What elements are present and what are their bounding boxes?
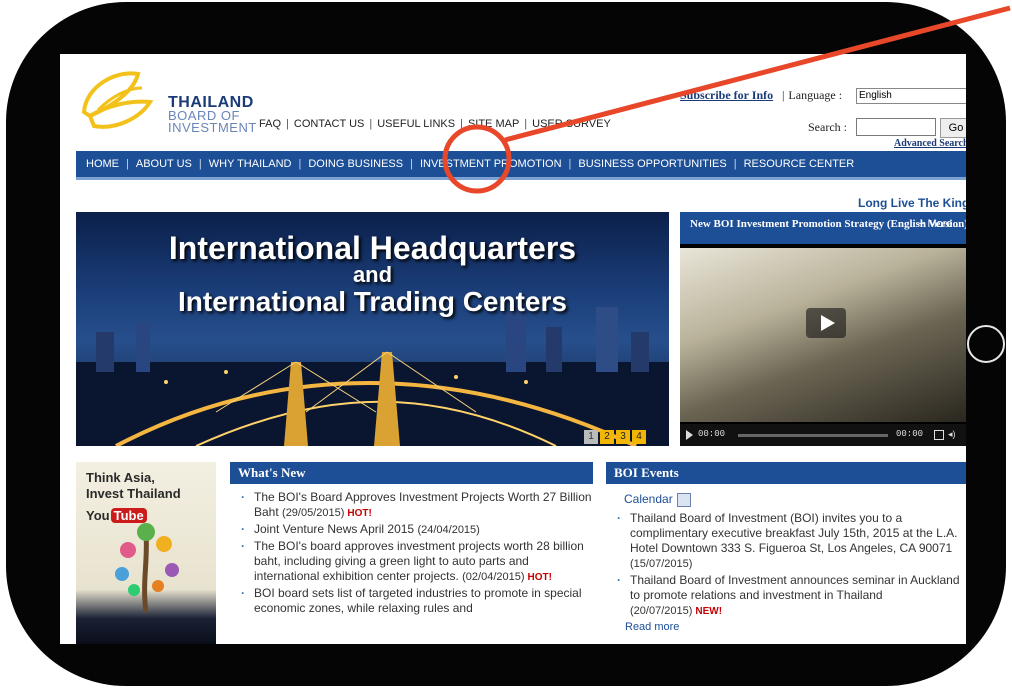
banner-pager: 1234: [584, 426, 648, 444]
boi-events-section: BOI Events Calendar Thailand Board of In…: [606, 462, 966, 633]
video-controls: 00:00 00:00 ◂): [680, 424, 966, 446]
language-select[interactable]: English▼: [856, 88, 966, 104]
top-link-faq[interactable]: FAQ: [259, 118, 281, 130]
event-item-date: (15/07/2015): [630, 557, 693, 570]
tree-illustration: [115, 523, 179, 613]
event-item[interactable]: Thailand Board of Investment announces s…: [616, 573, 966, 619]
logo-subtitle: BOARD OF INVESTMENT: [168, 109, 257, 135]
video-player: New BOI Investment Promotion Strategy (E…: [680, 212, 966, 446]
news-item-text[interactable]: BOI board sets list of targeted industri…: [254, 586, 582, 615]
news-item-date: (02/04/2015): [462, 571, 525, 583]
news-item[interactable]: BOI board sets list of targeted industri…: [240, 586, 593, 616]
advanced-search-link[interactable]: Advanced Search: [894, 138, 966, 149]
nav-resource-center[interactable]: RESOURCE CENTER: [744, 158, 855, 170]
search-label: Search :: [808, 120, 847, 134]
butterfly-logo-icon: [81, 71, 154, 129]
subscribe-link[interactable]: Subscribe for Info: [680, 88, 773, 103]
read-more-link[interactable]: Read more: [625, 621, 966, 633]
calendar-icon[interactable]: [676, 492, 691, 507]
play-small-icon[interactable]: [686, 430, 693, 440]
volume-icon[interactable]: ◂): [948, 429, 956, 440]
top-link-contact[interactable]: CONTACT US: [294, 118, 365, 130]
event-item-text[interactable]: Thailand Board of Investment announces s…: [630, 573, 960, 602]
hero-banner[interactable]: International Headquarters and Internati…: [76, 212, 669, 446]
language-label: | Language :: [782, 88, 843, 102]
boi-logo[interactable]: THAILAND BOARD OF INVESTMENT: [76, 66, 256, 136]
event-item[interactable]: Thailand Board of Investment (BOI) invit…: [616, 511, 966, 572]
nav-business-opportunities[interactable]: BUSINESS OPPORTUNITIES: [578, 158, 726, 170]
top-link-survey[interactable]: USER SURVEY: [532, 118, 611, 130]
new-badge: NEW!: [695, 605, 723, 617]
banner-page-3[interactable]: 3: [616, 430, 630, 444]
news-item[interactable]: The BOI's Board Approves Investment Proj…: [240, 490, 593, 521]
video-header: New BOI Investment Promotion Strategy (E…: [680, 212, 966, 244]
fullscreen-icon[interactable]: [934, 430, 944, 440]
calendar-label[interactable]: Calendar: [624, 492, 673, 506]
banner-page-1[interactable]: 1: [584, 430, 598, 444]
video-more-link[interactable]: + More...: [918, 218, 962, 230]
nav-investment-promotion[interactable]: INVESTMENT PROMOTION: [420, 158, 562, 170]
browser-screen: THAILAND BOARD OF INVESTMENT FAQ | CONTACT …: [60, 54, 966, 644]
news-item-date: (29/05/2015): [282, 507, 345, 519]
top-link-useful[interactable]: USEFUL LINKS: [377, 118, 455, 130]
banner-page-4[interactable]: 4: [632, 430, 646, 444]
whats-new-section: What's New The BOI's Board Approves Inve…: [230, 462, 593, 617]
boi-events-title: BOI Events: [606, 462, 966, 484]
nav-why-thailand[interactable]: WHY THAILAND: [209, 158, 292, 170]
top-links: FAQ | CONTACT US | USEFUL LINKS | SITE MAP | USE…: [259, 118, 611, 130]
video-time-total: 00:00: [896, 429, 924, 439]
calendar-link[interactable]: Calendar: [624, 492, 966, 507]
event-item-date: (20/07/2015): [630, 604, 693, 617]
news-item[interactable]: Joint Venture News April 2015 (24/04/201…: [240, 522, 593, 538]
banner-title-line3: International Trading Centers: [178, 286, 567, 317]
invest-thailand-promo[interactable]: Think Asia, Invest Thailand You Tube: [76, 462, 216, 644]
video-time-current: 00:00: [698, 429, 726, 439]
news-item[interactable]: The BOI's board approves investment proj…: [240, 539, 593, 585]
tablet-home-button[interactable]: [967, 325, 1005, 363]
language-label-text: Language :: [788, 88, 843, 102]
play-icon[interactable]: [806, 308, 846, 338]
main-navigation: HOME | ABOUT US | WHY THAILAND | DOING BUSINES…: [76, 151, 966, 180]
video-seek-bar[interactable]: [738, 434, 888, 437]
news-item-text[interactable]: Joint Venture News April 2015: [254, 522, 414, 536]
whats-new-title: What's New: [230, 462, 593, 484]
video-frame[interactable]: [680, 248, 966, 422]
event-item-text[interactable]: Thailand Board of Investment (BOI) invit…: [630, 511, 958, 555]
hot-badge: HOT!: [527, 572, 552, 583]
banner-title-line2: and: [352, 262, 393, 287]
tablet-frame: THAILAND BOARD OF INVESTMENT FAQ | CONTACT …: [6, 2, 1006, 686]
search-input[interactable]: [856, 118, 936, 136]
news-item-date: (24/04/2015): [417, 524, 480, 536]
ticker-text[interactable]: Long Live The King: [858, 196, 966, 210]
search-go-button[interactable]: Go: [940, 118, 966, 138]
nav-home[interactable]: HOME: [86, 158, 119, 170]
nav-about[interactable]: ABOUT US: [136, 158, 192, 170]
hot-badge: HOT!: [347, 508, 372, 519]
nav-doing-business[interactable]: DOING BUSINESS: [308, 158, 403, 170]
logo-line-investment: INVESTMENT: [168, 120, 257, 135]
banner-page-2[interactable]: 2: [600, 430, 614, 444]
top-link-sitemap[interactable]: SITE MAP: [468, 118, 519, 130]
language-value: English: [859, 90, 892, 101]
